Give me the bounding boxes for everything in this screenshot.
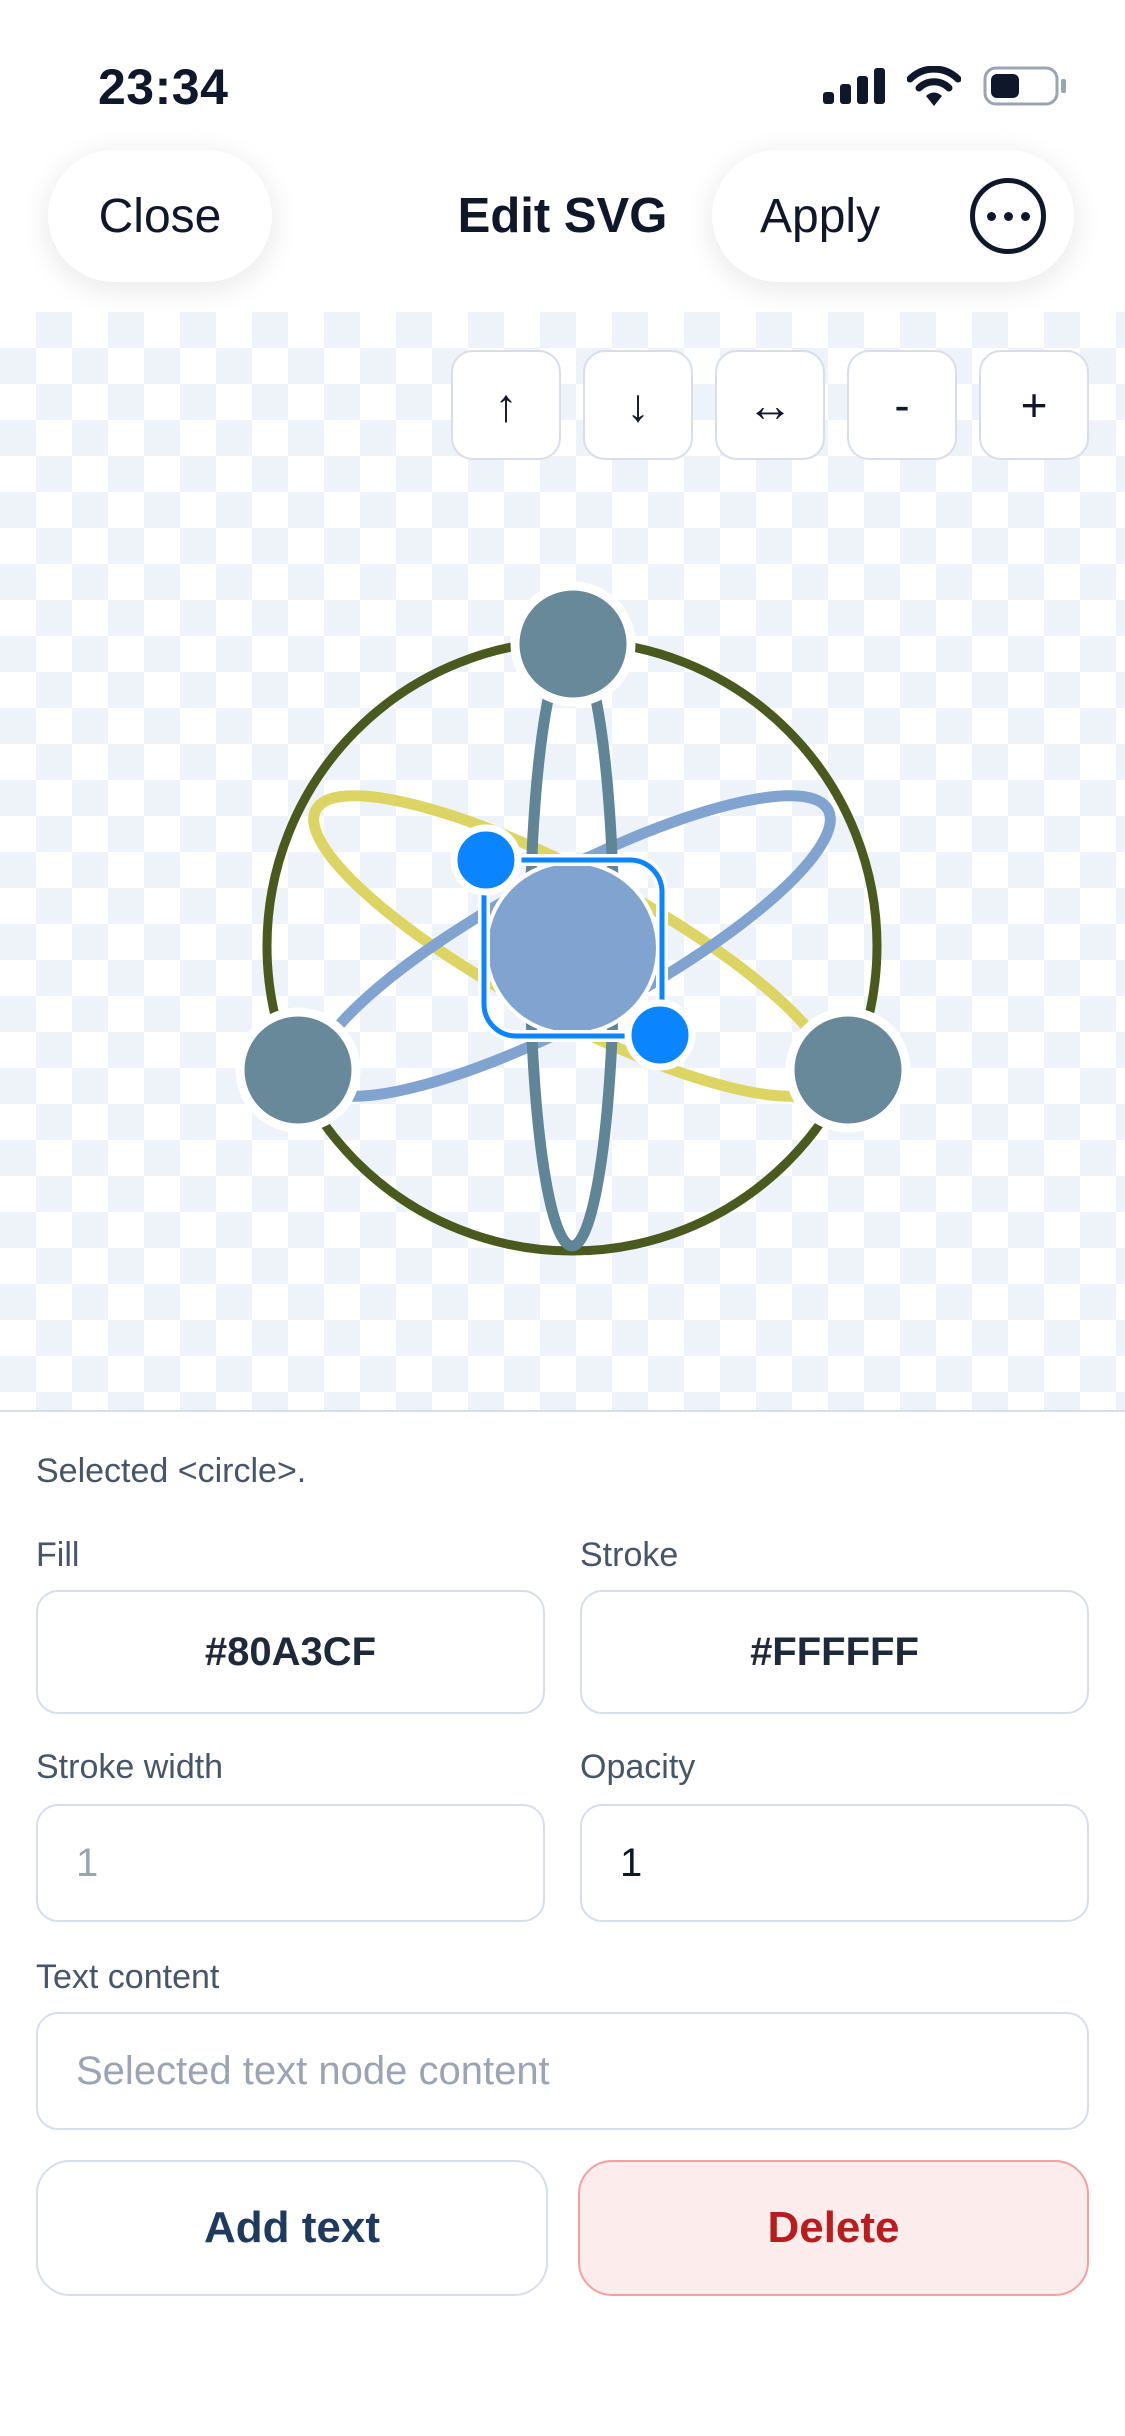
stroke-label: Stroke [580,1536,679,1574]
move-up-button[interactable]: ↑ [451,350,561,460]
opacity-label: Opacity [580,1748,696,1786]
cellular-signal-icon [823,68,885,104]
wifi-icon [907,66,961,106]
flip-horizontal-button[interactable]: ↔ [715,350,825,460]
node-right[interactable] [785,1007,911,1133]
apply-button[interactable]: Apply [760,189,880,244]
resize-handle-bottom-right[interactable] [624,999,696,1071]
add-text-button[interactable]: Add text [36,2160,548,2296]
node-top[interactable] [510,581,636,707]
selection-status: Selected <circle>. [36,1452,307,1490]
svg-artwork[interactable] [0,312,1125,1410]
opacity-input[interactable]: 1 [580,1804,1089,1922]
panel-divider [0,1410,1125,1412]
close-label: Close [98,189,222,243]
top-bar: Close Edit SVG Apply [0,150,1125,300]
svg-canvas[interactable]: ↑ ↓ ↔ - + [0,312,1125,1410]
close-button[interactable]: Close [48,150,272,282]
zoom-in-button[interactable]: + [979,350,1089,460]
stroke-width-label: Stroke width [36,1748,224,1786]
fill-color-field[interactable]: #80A3CF [36,1590,545,1714]
node-left[interactable] [235,1007,361,1133]
status-time: 23:34 [98,59,229,115]
move-down-button[interactable]: ↓ [583,350,693,460]
canvas-toolbar: ↑ ↓ ↔ - + [451,350,1089,460]
status-icons [823,66,1067,106]
text-content-label: Text content [36,1958,220,1996]
resize-handle-top-left[interactable] [450,824,522,896]
text-content-input[interactable]: Selected text node content [36,2012,1089,2130]
more-options-icon[interactable] [970,178,1046,254]
apply-group: Apply [712,150,1074,282]
status-bar: 23:34 [0,0,1125,150]
core-circle-selected[interactable] [484,860,660,1036]
zoom-out-button[interactable]: - [847,350,957,460]
stroke-color-field[interactable]: #FFFFFF [580,1590,1089,1714]
battery-icon [983,66,1066,106]
fill-label: Fill [36,1536,80,1574]
delete-button[interactable]: Delete [578,2160,1089,2296]
stroke-width-input[interactable]: 1 [36,1804,545,1922]
